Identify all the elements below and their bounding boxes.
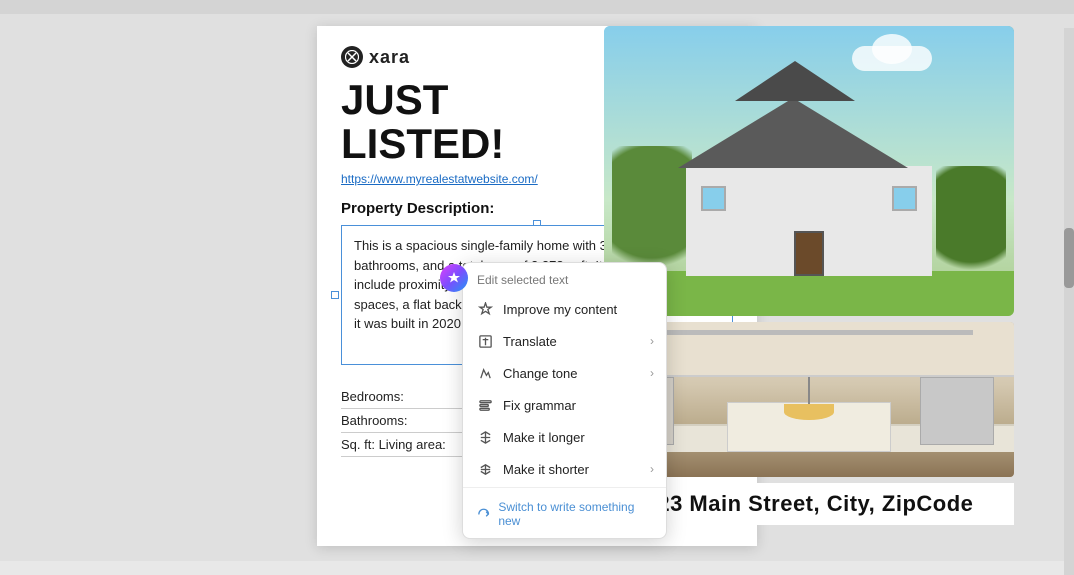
browser-chrome-bar	[0, 0, 1074, 14]
ai-menu-item-fix-grammar[interactable]: Fix grammar	[463, 389, 666, 421]
scrollbar-thumb[interactable]	[1064, 228, 1074, 288]
headline-line2: LISTED!	[341, 120, 504, 167]
canvas-area: xara JUST LISTED! https://www.myrealesta…	[0, 14, 1074, 561]
make-shorter-label: Make it shorter	[503, 462, 589, 477]
make-longer-label: Make it longer	[503, 430, 585, 445]
change-tone-icon	[477, 365, 493, 381]
translate-icon	[477, 333, 493, 349]
improve-icon	[477, 301, 493, 317]
ai-popup-header: Edit selected text	[463, 263, 666, 293]
change-tone-label: Change tone	[503, 366, 577, 381]
popup-divider	[463, 487, 666, 488]
translate-label: Translate	[503, 334, 557, 349]
change-tone-chevron: ›	[650, 366, 654, 380]
headline-line1: JUST	[341, 76, 448, 123]
xara-icon	[341, 46, 363, 68]
ai-popup-footer[interactable]: Switch to write something new	[463, 490, 666, 538]
ai-popup-header-text: Edit selected text	[477, 273, 568, 287]
fix-grammar-icon	[477, 397, 493, 413]
chimney	[735, 61, 855, 101]
make-shorter-icon	[477, 461, 493, 477]
ai-menu-item-translate[interactable]: Translate ›	[463, 325, 666, 357]
address-text: 123 Main Street, City, ZipCode	[645, 491, 974, 516]
ai-popup-menu: Edit selected text Improve my content Tr…	[462, 262, 667, 539]
make-longer-icon	[477, 429, 493, 445]
switch-label: Switch to write something new	[498, 500, 652, 528]
scrollbar-right[interactable]	[1064, 28, 1074, 575]
ai-menu-item-change-tone[interactable]: Change tone ›	[463, 357, 666, 389]
ai-menu-item-improve[interactable]: Improve my content	[463, 293, 666, 325]
handle-left[interactable]	[331, 291, 339, 299]
make-shorter-chevron: ›	[650, 462, 654, 476]
tree-right	[936, 166, 1006, 286]
translate-chevron: ›	[650, 334, 654, 348]
xara-logo-text: xara	[369, 47, 410, 68]
fix-grammar-label: Fix grammar	[503, 398, 576, 413]
improve-label: Improve my content	[503, 302, 617, 317]
ai-menu-item-make-shorter[interactable]: Make it shorter ›	[463, 453, 666, 485]
cloud	[852, 46, 932, 71]
ai-menu-item-make-longer[interactable]: Make it longer	[463, 421, 666, 453]
ai-bubble-icon[interactable]	[440, 264, 468, 292]
house-body	[686, 166, 932, 276]
roof	[678, 98, 908, 168]
switch-icon	[477, 507, 490, 521]
